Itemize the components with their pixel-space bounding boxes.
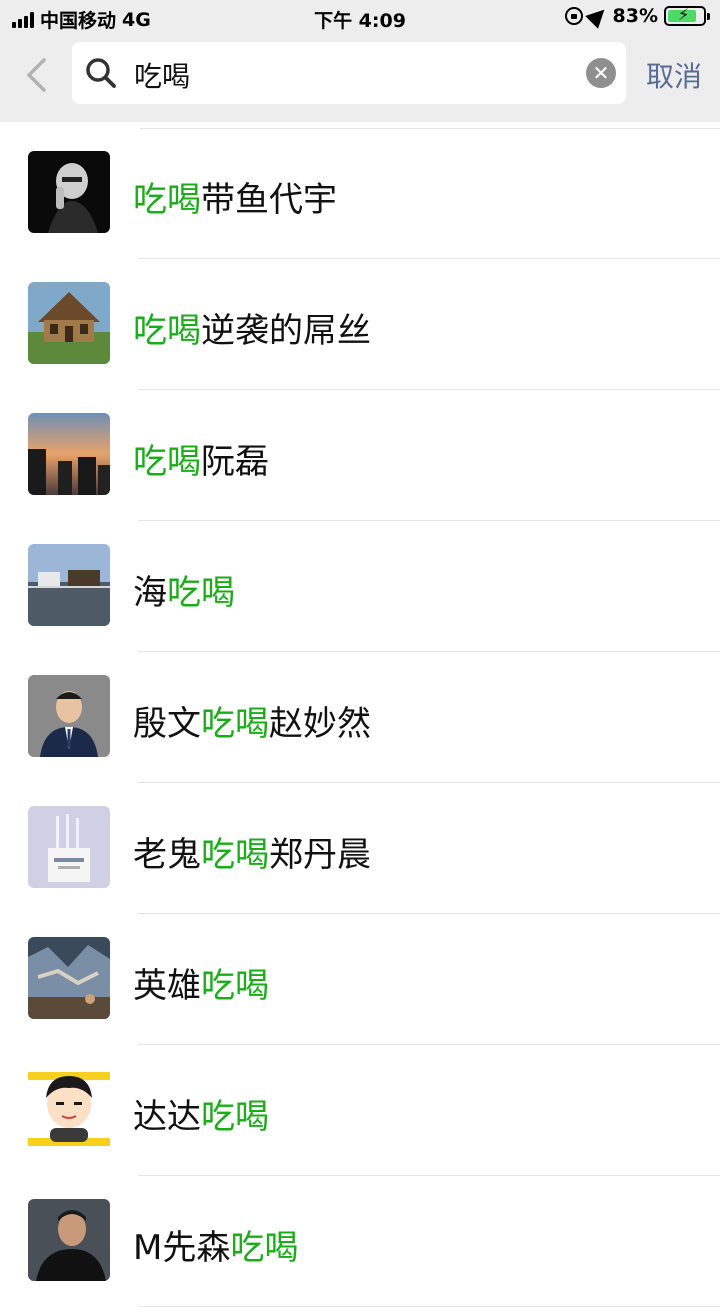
result-name: M先森吃喝	[133, 1220, 298, 1269]
name-pre: 海	[133, 573, 167, 613]
avatar	[28, 1199, 110, 1281]
result-row[interactable]: 殷文吃喝赵妙然	[0, 652, 720, 783]
name-match: 吃喝	[201, 704, 269, 744]
name-post: 郑丹晨	[269, 835, 371, 875]
avatar	[28, 413, 110, 495]
search-field[interactable]: 吃喝 ✕	[72, 42, 626, 104]
status-bar: 中国移动 4G 下午 4:09 83% ⚡	[0, 0, 720, 36]
chevron-left-icon	[27, 58, 46, 92]
result-row[interactable]: 吃喝逆袭的屌丝	[0, 259, 720, 390]
avatar	[28, 675, 110, 757]
result-name: 吃喝阮磊	[133, 434, 269, 483]
name-match: 吃喝	[201, 835, 269, 875]
result-name: 吃喝逆袭的屌丝	[133, 303, 371, 352]
result-name: 吃喝带鱼代宇	[133, 172, 337, 221]
result-name: 英雄吃喝	[133, 958, 269, 1007]
location-icon	[584, 3, 611, 29]
result-name: 海吃喝	[133, 565, 235, 614]
back-button[interactable]	[24, 58, 52, 92]
top-bar: 中国移动 4G 下午 4:09 83% ⚡ 吃喝 ✕ 取消	[0, 0, 720, 122]
clear-icon[interactable]: ✕	[586, 58, 616, 88]
name-match: 吃喝	[133, 180, 201, 220]
search-icon	[86, 58, 116, 88]
name-post: 赵妙然	[269, 704, 371, 744]
name-pre: 老鬼	[133, 835, 201, 875]
result-name: 殷文吃喝赵妙然	[133, 696, 371, 745]
name-match: 吃喝	[201, 966, 269, 1006]
name-match: 吃喝	[167, 573, 235, 613]
search-input[interactable]: 吃喝	[134, 55, 190, 95]
avatar	[28, 282, 110, 364]
name-pre: M先森	[133, 1228, 231, 1268]
rotation-lock-icon	[564, 7, 583, 25]
name-match: 吃喝	[230, 1228, 299, 1268]
name-pre: 英雄	[133, 966, 201, 1006]
name-match: 吃喝	[133, 442, 201, 482]
result-row[interactable]: 英雄吃喝	[0, 914, 720, 1045]
name-pre: 殷文	[133, 704, 201, 744]
name-post: 带鱼代宇	[201, 180, 337, 220]
result-row[interactable]: 海吃喝	[0, 521, 720, 652]
avatar	[28, 544, 110, 626]
battery-icon: ⚡	[664, 5, 710, 26]
name-post: 阮磊	[201, 442, 269, 482]
name-pre: 达达	[133, 1097, 201, 1137]
name-match: 吃喝	[201, 1097, 269, 1137]
result-row[interactable]: 老鬼吃喝郑丹晨	[0, 783, 720, 914]
avatar	[28, 151, 110, 233]
result-name: 达达吃喝	[133, 1089, 269, 1138]
name-match: 吃喝	[133, 311, 201, 351]
avatar	[28, 1068, 110, 1150]
avatar	[28, 937, 110, 1019]
name-post: 逆袭的屌丝	[201, 311, 371, 351]
result-row[interactable]: 吃喝阮磊	[0, 390, 720, 521]
result-row[interactable]: M先森吃喝	[0, 1176, 720, 1307]
battery-percent: 83%	[612, 5, 658, 27]
cancel-button[interactable]: 取消	[646, 55, 702, 95]
avatar	[28, 806, 110, 888]
result-row[interactable]: 吃喝带鱼代宇	[0, 128, 720, 259]
result-row[interactable]: 达达吃喝	[0, 1045, 720, 1176]
result-name: 老鬼吃喝郑丹晨	[133, 827, 371, 876]
